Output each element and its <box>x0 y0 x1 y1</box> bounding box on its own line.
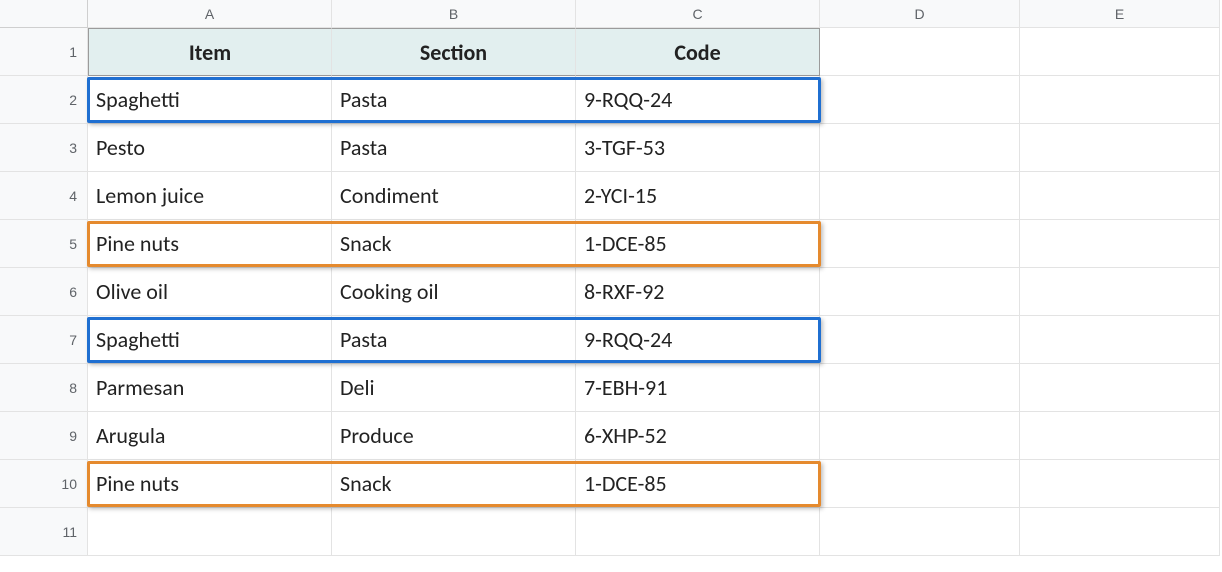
cell-A6[interactable]: Olive oil <box>88 268 332 316</box>
cell-E8[interactable] <box>1020 364 1220 412</box>
cell-C11[interactable] <box>576 508 820 556</box>
cell-B10[interactable]: Snack <box>332 460 576 508</box>
cell-A1[interactable]: Item <box>88 28 332 76</box>
cell-C10[interactable]: 1-DCE-85 <box>576 460 820 508</box>
cell-E2[interactable] <box>1020 76 1220 124</box>
cell-E7[interactable] <box>1020 316 1220 364</box>
cell-D10[interactable] <box>820 460 1020 508</box>
cell-B8[interactable]: Deli <box>332 364 576 412</box>
col-header-D[interactable]: D <box>820 0 1020 28</box>
col-header-A[interactable]: A <box>88 0 332 28</box>
row-header-10[interactable]: 10 <box>0 460 88 508</box>
cell-C3[interactable]: 3-TGF-53 <box>576 124 820 172</box>
row-header-1[interactable]: 1 <box>0 28 88 76</box>
cell-B2[interactable]: Pasta <box>332 76 576 124</box>
cell-D3[interactable] <box>820 124 1020 172</box>
col-header-C[interactable]: C <box>576 0 820 28</box>
cell-B1[interactable]: Section <box>332 28 576 76</box>
row-header-9[interactable]: 9 <box>0 412 88 460</box>
cell-A2[interactable]: Spaghetti <box>88 76 332 124</box>
cell-C4[interactable]: 2-YCI-15 <box>576 172 820 220</box>
cell-B11[interactable] <box>332 508 576 556</box>
row-header-3[interactable]: 3 <box>0 124 88 172</box>
cell-D11[interactable] <box>820 508 1020 556</box>
cell-C5[interactable]: 1-DCE-85 <box>576 220 820 268</box>
cell-C2[interactable]: 9-RQQ-24 <box>576 76 820 124</box>
row-header-11[interactable]: 11 <box>0 508 88 556</box>
cell-D4[interactable] <box>820 172 1020 220</box>
cell-B4[interactable]: Condiment <box>332 172 576 220</box>
cell-D6[interactable] <box>820 268 1020 316</box>
row-header-6[interactable]: 6 <box>0 268 88 316</box>
cell-A4[interactable]: Lemon juice <box>88 172 332 220</box>
cell-D2[interactable] <box>820 76 1020 124</box>
cell-E5[interactable] <box>1020 220 1220 268</box>
cell-E11[interactable] <box>1020 508 1220 556</box>
row-header-8[interactable]: 8 <box>0 364 88 412</box>
cell-C9[interactable]: 6-XHP-52 <box>576 412 820 460</box>
cell-B3[interactable]: Pasta <box>332 124 576 172</box>
cell-E3[interactable] <box>1020 124 1220 172</box>
cell-A10[interactable]: Pine nuts <box>88 460 332 508</box>
cell-A9[interactable]: Arugula <box>88 412 332 460</box>
row-header-4[interactable]: 4 <box>0 172 88 220</box>
cell-C8[interactable]: 7-EBH-91 <box>576 364 820 412</box>
cell-D8[interactable] <box>820 364 1020 412</box>
row-header-5[interactable]: 5 <box>0 220 88 268</box>
cell-A3[interactable]: Pesto <box>88 124 332 172</box>
cell-E6[interactable] <box>1020 268 1220 316</box>
cell-A7[interactable]: Spaghetti <box>88 316 332 364</box>
cell-E9[interactable] <box>1020 412 1220 460</box>
col-header-E[interactable]: E <box>1020 0 1220 28</box>
cell-D1[interactable] <box>820 28 1020 76</box>
cell-E10[interactable] <box>1020 460 1220 508</box>
cell-D9[interactable] <box>820 412 1020 460</box>
spreadsheet-grid[interactable]: ABCDE 1234567891011 ItemSectionCode Spaghet… <box>0 0 1222 572</box>
cell-B7[interactable]: Pasta <box>332 316 576 364</box>
cell-C6[interactable]: 8-RXF-92 <box>576 268 820 316</box>
cell-D7[interactable] <box>820 316 1020 364</box>
cell-B6[interactable]: Cooking oil <box>332 268 576 316</box>
select-all-corner[interactable] <box>0 0 88 28</box>
cell-D5[interactable] <box>820 220 1020 268</box>
cell-A5[interactable]: Pine nuts <box>88 220 332 268</box>
row-header-7[interactable]: 7 <box>0 316 88 364</box>
cell-E1[interactable] <box>1020 28 1220 76</box>
cell-E4[interactable] <box>1020 172 1220 220</box>
cell-C7[interactable]: 9-RQQ-24 <box>576 316 820 364</box>
row-header-2[interactable]: 2 <box>0 76 88 124</box>
cell-A11[interactable] <box>88 508 332 556</box>
cell-B9[interactable]: Produce <box>332 412 576 460</box>
col-header-B[interactable]: B <box>332 0 576 28</box>
cell-A8[interactable]: Parmesan <box>88 364 332 412</box>
cell-B5[interactable]: Snack <box>332 220 576 268</box>
cell-C1[interactable]: Code <box>576 28 820 76</box>
